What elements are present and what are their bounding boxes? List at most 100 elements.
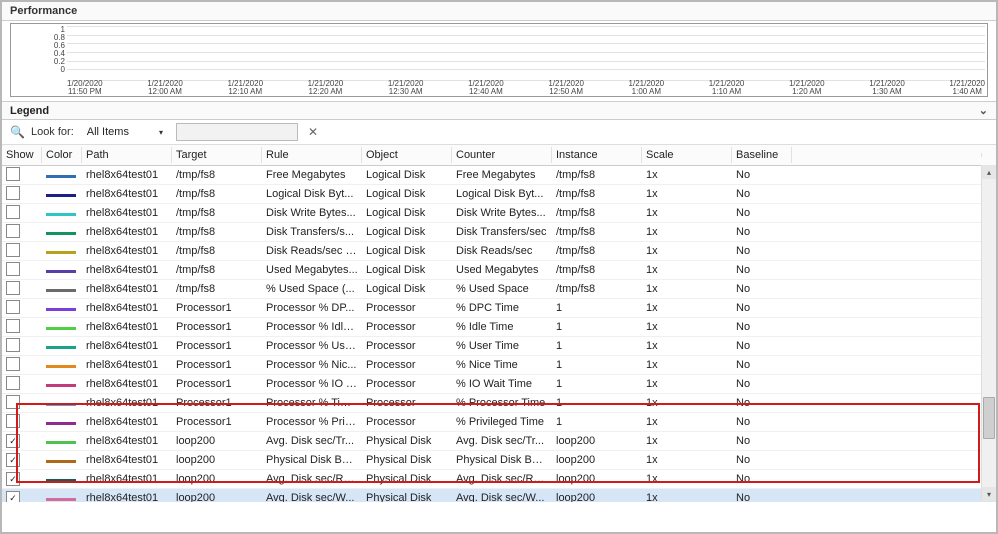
show-checkbox[interactable] bbox=[6, 167, 20, 181]
show-checkbox[interactable] bbox=[6, 186, 20, 200]
cell-counter: Logical Disk Byt... bbox=[452, 187, 552, 201]
table-row[interactable]: ✓ rhel8x64test01loop200Avg. Disk sec/Tr..… bbox=[2, 432, 996, 451]
col-rule[interactable]: Rule bbox=[262, 147, 362, 163]
cell-instance: /tmp/fs8 bbox=[552, 263, 642, 277]
cell-instance: 1 bbox=[552, 301, 642, 315]
scope-dropdown[interactable]: All Items ▾ bbox=[80, 124, 170, 140]
cell-path: rhel8x64test01 bbox=[82, 263, 172, 277]
cell-instance: 1 bbox=[552, 339, 642, 353]
cell-baseline: No bbox=[732, 339, 792, 353]
color-swatch bbox=[46, 194, 76, 197]
cell-path: rhel8x64test01 bbox=[82, 415, 172, 429]
table-row[interactable]: rhel8x64test01Processor1Processor % Idle… bbox=[2, 318, 996, 337]
table-row[interactable]: ✓ rhel8x64test01 loop200Physical Disk Byt.… bbox=[2, 451, 996, 470]
table-row[interactable]: rhel8x64test01/tmp/fs8% Used Space (...L… bbox=[2, 280, 996, 299]
cell-rule: Processor % Priv... bbox=[262, 415, 362, 429]
cell-rule: Processor % Idle... bbox=[262, 320, 362, 334]
cell-counter: Used Megabytes bbox=[452, 263, 552, 277]
cell-object: Physical Disk bbox=[362, 491, 452, 502]
cell-baseline: No bbox=[732, 434, 792, 448]
cell-scale: 1x bbox=[642, 282, 732, 296]
cell-scale: 1x bbox=[642, 244, 732, 258]
table-row[interactable]: rhel8x64test01/tmp/fs8Free MegabytesLogi… bbox=[2, 166, 996, 185]
cell-path: rhel8x64test01 bbox=[82, 434, 172, 448]
show-checkbox[interactable] bbox=[6, 319, 20, 333]
table-row[interactable]: ✓rhel8x64test01loop200Avg. Disk sec/Re..… bbox=[2, 470, 996, 489]
show-checkbox[interactable] bbox=[6, 395, 20, 409]
col-object[interactable]: Object bbox=[362, 147, 452, 163]
x-tick: 1/21/20201:10 AM bbox=[709, 80, 745, 96]
cell-rule: Avg. Disk sec/Tr... bbox=[262, 434, 362, 448]
table-row[interactable]: rhel8x64test01/tmp/fs8Disk Transfers/s..… bbox=[2, 223, 996, 242]
col-show[interactable]: Show bbox=[2, 147, 42, 163]
main-window: Performance 10.80.60.40.20 1/20/202011:5… bbox=[0, 0, 998, 534]
cell-instance: /tmp/fs8 bbox=[552, 282, 642, 296]
cell-object: Processor bbox=[362, 301, 452, 315]
table-row[interactable]: rhel8x64test01Processor1Processor % Tim.… bbox=[2, 394, 996, 413]
scroll-up-button[interactable]: ▴ bbox=[982, 165, 996, 179]
col-counter[interactable]: Counter bbox=[452, 147, 552, 163]
cell-baseline: No bbox=[732, 168, 792, 182]
scope-dropdown-value: All Items bbox=[87, 126, 129, 138]
col-target[interactable]: Target bbox=[172, 147, 262, 163]
legend-section-header[interactable]: Legend ⌄ bbox=[2, 101, 996, 120]
show-checkbox[interactable] bbox=[6, 243, 20, 257]
search-input[interactable] bbox=[176, 123, 298, 141]
show-checkbox[interactable] bbox=[6, 376, 20, 390]
cell-path: rhel8x64test01 bbox=[82, 453, 172, 467]
table-row[interactable]: rhel8x64test01/tmp/fs8Disk Write Bytes..… bbox=[2, 204, 996, 223]
show-checkbox[interactable] bbox=[6, 224, 20, 238]
show-checkbox[interactable] bbox=[6, 357, 20, 371]
show-checkbox[interactable] bbox=[6, 338, 20, 352]
table-row[interactable]: rhel8x64test01Processor1Processor % Priv… bbox=[2, 413, 996, 432]
cell-target: Processor1 bbox=[172, 320, 262, 334]
chevron-down-icon[interactable]: ⌄ bbox=[979, 104, 988, 117]
cell-baseline: No bbox=[732, 187, 792, 201]
cell-target: loop200 bbox=[172, 434, 262, 448]
cell-rule: Logical Disk Byt... bbox=[262, 187, 362, 201]
show-checkbox[interactable]: ✓ bbox=[6, 472, 20, 486]
cell-rule: Avg. Disk sec/W... bbox=[262, 491, 362, 502]
table-row[interactable]: rhel8x64test01/tmp/fs8Used Megabytes...L… bbox=[2, 261, 996, 280]
show-checkbox[interactable] bbox=[6, 262, 20, 276]
show-checkbox[interactable] bbox=[6, 414, 20, 428]
performance-chart[interactable]: 10.80.60.40.20 1/20/202011:50 PM1/21/202… bbox=[10, 23, 988, 97]
color-swatch bbox=[46, 289, 76, 292]
show-checkbox[interactable] bbox=[6, 281, 20, 295]
table-row[interactable]: rhel8x64test01Processor1Processor % Use.… bbox=[2, 337, 996, 356]
clear-search-button[interactable]: ✕ bbox=[304, 125, 322, 139]
vertical-scrollbar[interactable]: ▴ ▾ bbox=[981, 165, 996, 501]
col-color[interactable]: Color bbox=[42, 147, 82, 163]
col-scale[interactable]: Scale bbox=[642, 147, 732, 163]
legend-grid-body[interactable]: rhel8x64test01/tmp/fs8Free MegabytesLogi… bbox=[2, 166, 996, 502]
cell-scale: 1x bbox=[642, 358, 732, 372]
cell-target: /tmp/fs8 bbox=[172, 206, 262, 220]
cell-scale: 1x bbox=[642, 472, 732, 486]
col-path[interactable]: Path bbox=[82, 147, 172, 163]
table-row[interactable]: rhel8x64test01Processor1Processor % IO T… bbox=[2, 375, 996, 394]
chart-x-axis: 1/20/202011:50 PM1/21/202012:00 AM1/21/2… bbox=[67, 80, 985, 96]
show-checkbox[interactable]: ✓ bbox=[6, 491, 20, 502]
cell-object: Processor bbox=[362, 396, 452, 410]
table-row[interactable]: rhel8x64test01/tmp/fs8Disk Reads/sec (..… bbox=[2, 242, 996, 261]
cell-path: rhel8x64test01 bbox=[82, 244, 172, 258]
col-baseline[interactable]: Baseline bbox=[732, 147, 792, 163]
table-row[interactable]: ✓rhel8x64test01loop200Avg. Disk sec/W...… bbox=[2, 489, 996, 502]
table-row[interactable]: rhel8x64test01Processor1Processor % Nic.… bbox=[2, 356, 996, 375]
show-checkbox[interactable]: ✓ bbox=[6, 434, 20, 448]
cell-instance: loop200 bbox=[552, 453, 642, 467]
scroll-down-button[interactable]: ▾ bbox=[982, 487, 996, 501]
cell-counter: Disk Write Bytes... bbox=[452, 206, 552, 220]
table-row[interactable]: rhel8x64test01/tmp/fs8Logical Disk Byt..… bbox=[2, 185, 996, 204]
col-instance[interactable]: Instance bbox=[552, 147, 642, 163]
cell-scale: 1x bbox=[642, 263, 732, 277]
x-tick: 1/21/202012:10 AM bbox=[227, 80, 263, 96]
table-row[interactable]: rhel8x64test01Processor1Processor % DP..… bbox=[2, 299, 996, 318]
show-checkbox[interactable] bbox=[6, 205, 20, 219]
show-checkbox[interactable]: ✓ bbox=[6, 453, 20, 467]
cell-counter: Physical Disk Byt... bbox=[452, 453, 552, 467]
show-checkbox[interactable] bbox=[6, 300, 20, 314]
cell-object: Logical Disk bbox=[362, 263, 452, 277]
scroll-thumb[interactable] bbox=[983, 397, 995, 439]
cell-counter: Disk Reads/sec bbox=[452, 244, 552, 258]
